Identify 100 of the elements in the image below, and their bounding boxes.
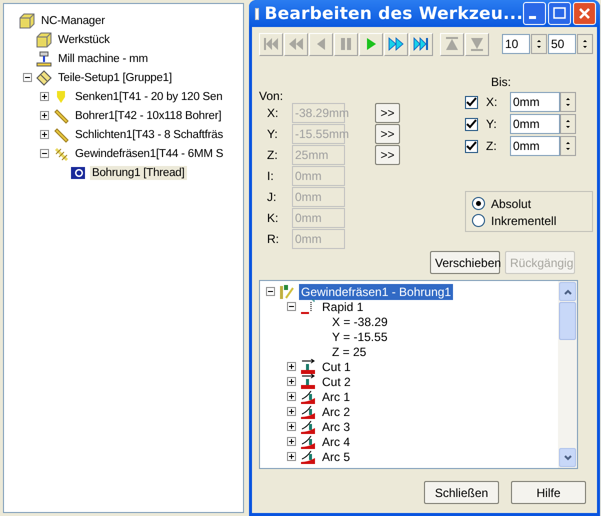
tree-item[interactable]: Gewindefräsen1 - Bohrung1: [299, 284, 454, 300]
expand-toggle[interactable]: [287, 437, 296, 446]
radio-label: Absolut: [491, 196, 532, 210]
tree-item[interactable]: Bohrung1 [Thread]: [90, 166, 186, 180]
spin-buttons[interactable]: [531, 34, 547, 54]
expand-toggle[interactable]: [287, 377, 296, 386]
first-button[interactable]: [259, 32, 283, 56]
maximize-button[interactable]: [548, 2, 571, 25]
tree-item[interactable]: Bohrer1[T42 - 10x118 Bohrer]: [73, 108, 224, 122]
play-button[interactable]: [359, 32, 383, 56]
arc-move-icon: [300, 434, 316, 450]
cut-move-icon: [300, 358, 316, 374]
coordinate-value: X = -38.29: [331, 314, 389, 330]
tree-item[interactable]: Arc 1: [320, 388, 352, 404]
expand-toggle[interactable]: [287, 422, 296, 431]
checkbox[interactable]: [465, 140, 478, 152]
cube-icon: [36, 32, 52, 48]
radio-button[interactable]: [472, 197, 485, 210]
close-dialog-button[interactable]: Schließen: [424, 481, 499, 504]
move-up-icon: [443, 36, 461, 52]
arc-move-icon: [300, 418, 316, 434]
last-button[interactable]: [409, 32, 433, 56]
expand-toggle[interactable]: [40, 149, 49, 158]
tree-item[interactable]: Arc 2: [320, 404, 352, 420]
tree-item[interactable]: Senken1[T41 - 20 by 120 Sen: [73, 90, 224, 104]
field-label: K:: [266, 210, 280, 225]
field-label: X:: [485, 95, 498, 109]
drill-bit-icon: [53, 126, 69, 142]
spin-buttons[interactable]: [577, 34, 593, 54]
section-label: Von:: [259, 89, 284, 103]
coordinate-field[interactable]: 0mm: [510, 114, 560, 134]
close-button[interactable]: [573, 2, 596, 25]
tree-item[interactable]: Gewindefräsen1[T44 - 6MM S: [73, 146, 226, 160]
minimize-icon: [529, 16, 536, 19]
spin-buttons[interactable]: [560, 114, 576, 134]
coordinate-value: Y = -15.55: [331, 328, 388, 344]
expand-toggle[interactable]: [40, 92, 49, 101]
drill-bit-icon: [53, 108, 69, 124]
chevron-down-icon: [562, 454, 572, 462]
tree-item[interactable]: Arc 5: [320, 448, 352, 464]
fast-forward-icon: [387, 36, 405, 52]
tree-item[interactable]: Arc 4: [320, 434, 352, 450]
tree-item[interactable]: Schlichten1[T43 - 8 Schaftfräs: [73, 128, 226, 142]
expand-toggle[interactable]: [23, 73, 32, 82]
minimize-button[interactable]: [523, 2, 546, 25]
rewind-icon: [287, 36, 305, 52]
spin-buttons[interactable]: [560, 136, 576, 156]
move-button[interactable]: Verschieben: [430, 251, 500, 274]
rewind-button[interactable]: [284, 32, 308, 56]
expand-toggle[interactable]: [40, 130, 49, 139]
operation-icon: [279, 284, 295, 300]
checkbox[interactable]: [465, 96, 478, 108]
window-title: Bearbeiten des Werkzeu...: [264, 4, 523, 24]
number-field[interactable]: 10: [502, 34, 530, 54]
down-button[interactable]: [465, 32, 489, 56]
expand-toggle[interactable]: [266, 287, 275, 296]
thread-mill-icon: [53, 146, 69, 162]
tree-item[interactable]: Teile-Setup1 [Gruppe1]: [56, 70, 174, 84]
cube-icon: [19, 12, 35, 28]
radio-button[interactable]: [472, 214, 485, 227]
expand-toggle[interactable]: [287, 407, 296, 416]
radio-label: Inkrementell: [491, 214, 556, 228]
scrollbar-thumb[interactable]: [559, 302, 576, 340]
tree-item[interactable]: Cut 1: [320, 358, 353, 374]
tree-item[interactable]: Werkstück: [56, 32, 112, 46]
skip-end-icon: [412, 36, 430, 52]
arc-move-icon: [300, 388, 316, 404]
checkbox[interactable]: [465, 118, 478, 130]
forward-button[interactable]: [384, 32, 408, 56]
field-label: Y:: [266, 127, 279, 142]
field-label: Z:: [485, 139, 498, 153]
number-field[interactable]: 50: [548, 34, 576, 54]
expand-toggle[interactable]: [287, 302, 296, 311]
tree-item[interactable]: Cut 2: [320, 374, 353, 390]
expand-toggle[interactable]: [287, 452, 296, 461]
spin-buttons[interactable]: [560, 92, 576, 112]
field-label: Y:: [485, 117, 498, 131]
hole-icon: [70, 164, 86, 180]
tree-item[interactable]: NC-Manager: [39, 14, 107, 28]
expand-toggle[interactable]: [287, 392, 296, 401]
help-button[interactable]: Hilfe: [511, 481, 586, 504]
expand-toggle[interactable]: [287, 362, 296, 371]
up-button[interactable]: [440, 32, 464, 56]
skip-start-icon: [262, 36, 280, 52]
chevron-up-icon: [562, 288, 572, 296]
back-button[interactable]: [309, 32, 333, 56]
tree-item[interactable]: Rapid 1: [320, 298, 366, 314]
coordinate-field[interactable]: 0mm: [510, 92, 560, 112]
tree-item[interactable]: Mill machine - mm: [56, 52, 150, 66]
coordinate-field[interactable]: 0mm: [510, 136, 560, 156]
pause-button[interactable]: [334, 32, 358, 56]
field-label: J:: [266, 190, 278, 204]
diamond-icon: [36, 70, 52, 86]
coordinate-value: Z = 25: [331, 344, 368, 360]
tree-item[interactable]: Arc 3: [320, 418, 352, 434]
scrollbar[interactable]: [558, 281, 577, 468]
expand-toggle[interactable]: [40, 111, 49, 120]
window-icon: [255, 8, 260, 20]
section-label: Bis:: [491, 75, 512, 89]
field-label: I:: [266, 169, 275, 183]
